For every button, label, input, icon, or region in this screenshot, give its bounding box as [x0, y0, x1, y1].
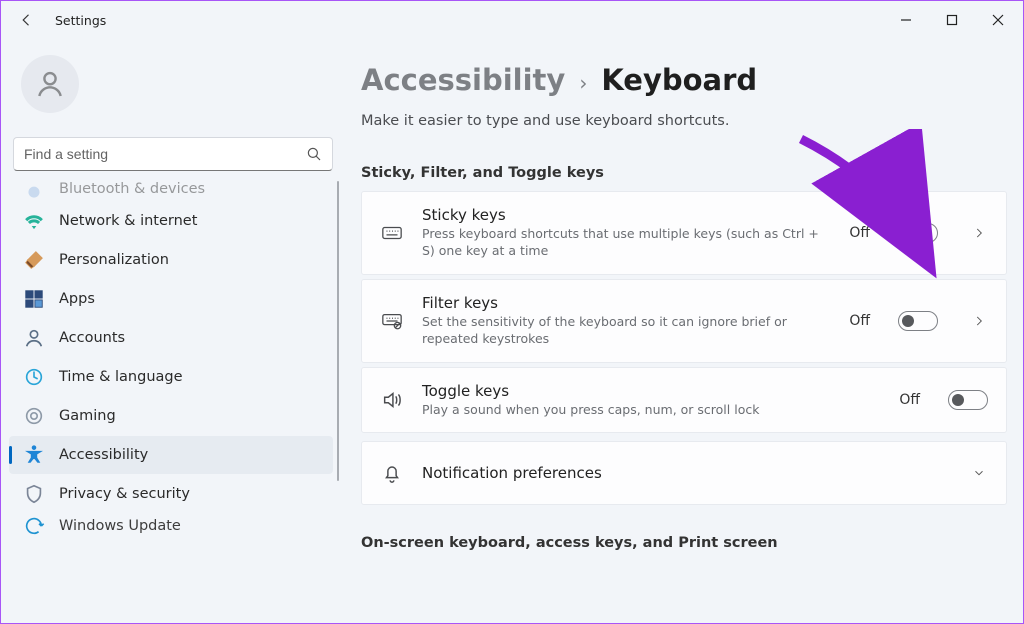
search-input[interactable]: [13, 137, 333, 171]
sidebar-item-time-language[interactable]: Time & language: [9, 358, 333, 396]
setting-title: Notification preferences: [422, 464, 938, 482]
bluetooth-icon: ●: [23, 181, 45, 201]
titlebar: Settings: [1, 1, 1023, 39]
setting-description: Play a sound when you press caps, num, o…: [422, 402, 881, 419]
nav-list: ● Bluetooth & devices Network & internet…: [7, 181, 341, 538]
section-header-sticky-filter-toggle: Sticky, Filter, and Toggle keys: [361, 165, 1007, 181]
sidebar-item-label: Network & internet: [59, 213, 197, 229]
brush-icon: [23, 249, 45, 271]
section-header-onscreen-keyboard: On-screen keyboard, access keys, and Pri…: [361, 535, 1007, 551]
sticky-keys-toggle[interactable]: [898, 223, 938, 243]
page-title: Keyboard: [601, 63, 757, 97]
sidebar-scrollbar[interactable]: [337, 181, 339, 481]
sidebar-item-windows-update[interactable]: Windows Update: [9, 514, 333, 538]
minimize-button[interactable]: [883, 5, 929, 35]
person-icon: [23, 327, 45, 349]
sidebar-item-personalization[interactable]: Personalization: [9, 241, 333, 279]
shield-icon: [23, 483, 45, 505]
setting-description: Set the sensitivity of the keyboard so i…: [422, 314, 831, 348]
toggle-keys-toggle[interactable]: [948, 390, 988, 410]
main-content: Accessibility › Keyboard Make it easier …: [341, 39, 1023, 624]
sidebar: ● Bluetooth & devices Network & internet…: [1, 39, 341, 624]
toggle-state-label: Off: [849, 225, 870, 241]
toggle-state-label: Off: [899, 392, 920, 408]
bell-icon: [380, 462, 404, 484]
clock-globe-icon: [23, 366, 45, 388]
setting-title: Toggle keys: [422, 382, 881, 400]
filter-keys-toggle[interactable]: [898, 311, 938, 331]
sidebar-item-label: Apps: [59, 291, 95, 307]
sidebar-item-label: Windows Update: [59, 518, 181, 534]
accessibility-icon: [23, 444, 45, 466]
sidebar-item-accessibility[interactable]: Accessibility: [9, 436, 333, 474]
sidebar-item-apps[interactable]: Apps: [9, 280, 333, 318]
setting-row-sticky-keys[interactable]: Sticky keys Press keyboard shortcuts tha…: [361, 191, 1007, 275]
sidebar-item-label: Accessibility: [59, 447, 148, 463]
chevron-right-icon: ›: [579, 71, 587, 95]
sidebar-item-label: Gaming: [59, 408, 116, 424]
sound-icon: [380, 389, 404, 411]
back-button[interactable]: [13, 6, 41, 34]
toggle-state-label: Off: [849, 313, 870, 329]
close-button[interactable]: [975, 5, 1021, 35]
chevron-right-icon[interactable]: [972, 313, 988, 329]
chevron-right-icon[interactable]: [972, 225, 988, 241]
sidebar-item-label: Bluetooth & devices: [59, 181, 205, 197]
sidebar-item-network[interactable]: Network & internet: [9, 202, 333, 240]
setting-row-notification-preferences[interactable]: Notification preferences: [361, 441, 1007, 505]
window-title: Settings: [55, 13, 106, 28]
sidebar-item-label: Time & language: [59, 369, 183, 385]
apps-icon: [23, 288, 45, 310]
maximize-button[interactable]: [929, 5, 975, 35]
sidebar-item-label: Privacy & security: [59, 486, 190, 502]
sidebar-item-accounts[interactable]: Accounts: [9, 319, 333, 357]
update-icon: [23, 515, 45, 537]
setting-title: Sticky keys: [422, 206, 831, 224]
setting-row-toggle-keys[interactable]: Toggle keys Play a sound when you press …: [361, 367, 1007, 434]
setting-description: Press keyboard shortcuts that use multip…: [422, 226, 831, 260]
keyboard-filter-icon: [380, 310, 404, 332]
sidebar-item-gaming[interactable]: Gaming: [9, 397, 333, 435]
sidebar-item-bluetooth[interactable]: ● Bluetooth & devices: [9, 181, 333, 201]
sidebar-item-label: Accounts: [59, 330, 125, 346]
keyboard-icon: [380, 222, 404, 244]
breadcrumb: Accessibility › Keyboard: [361, 63, 1007, 97]
sidebar-item-privacy[interactable]: Privacy & security: [9, 475, 333, 513]
setting-title: Filter keys: [422, 294, 831, 312]
search-icon: [305, 145, 323, 163]
gaming-icon: [23, 405, 45, 427]
setting-row-filter-keys[interactable]: Filter keys Set the sensitivity of the k…: [361, 279, 1007, 363]
window-controls: [883, 5, 1021, 35]
avatar[interactable]: [21, 55, 79, 113]
page-subtitle: Make it easier to type and use keyboard …: [361, 113, 1007, 129]
breadcrumb-parent[interactable]: Accessibility: [361, 63, 565, 97]
sidebar-item-label: Personalization: [59, 252, 169, 268]
chevron-down-icon[interactable]: [972, 465, 988, 481]
wifi-icon: [23, 210, 45, 232]
